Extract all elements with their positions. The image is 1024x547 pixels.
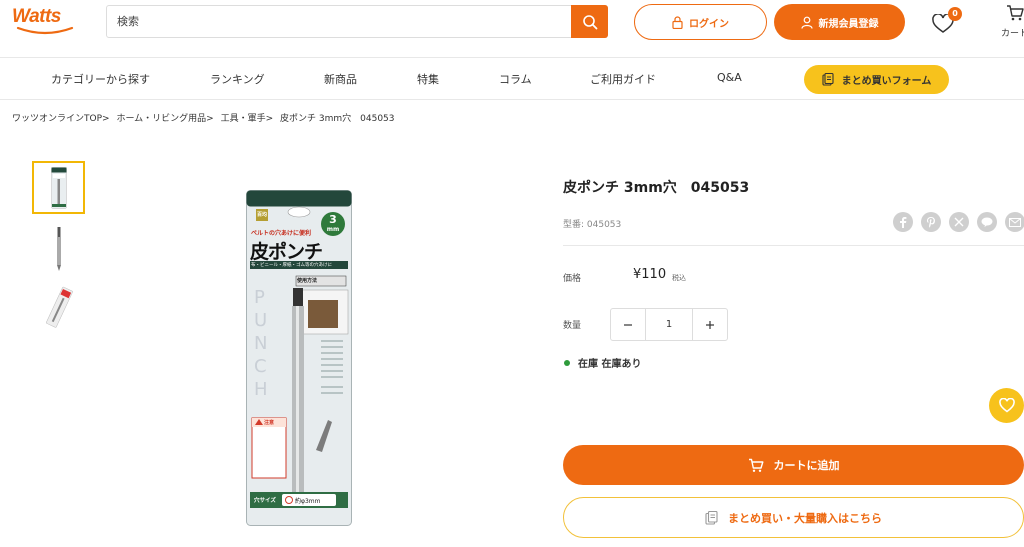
cart-icon [1007,5,1024,21]
cart-icon [748,458,763,472]
quantity-label: 数量 [563,321,582,331]
product-title: 皮ポンチ 3mm穴 045053 [563,180,750,196]
search-input[interactable] [107,6,572,37]
bulk-order-form-label: まとめ買いフォーム [841,76,932,87]
quantity-decrease-button[interactable] [611,309,646,340]
tax-note: 税込 [672,274,686,282]
line-glyph-icon [981,217,993,227]
facebook-glyph-icon [900,217,907,228]
quantity-input[interactable] [646,309,692,340]
breadcrumb-home-living[interactable]: ホーム・リビング用品> [116,114,213,124]
add-to-wishlist-button[interactable] [989,388,1024,423]
favorites-count-badge: 0 [948,7,962,21]
register-button[interactable]: 新規会員登録 [774,4,905,40]
login-label: ログイン [689,18,729,30]
breadcrumb-current: 皮ポンチ 3mm穴 045053 [280,114,395,124]
cart-label: カート [1001,29,1024,39]
line-icon[interactable] [977,212,997,232]
user-icon [800,16,813,29]
main-nav: カテゴリーから探す ランキング 新商品 特集 コラム ご利用ガイド Q&A まと… [0,59,1024,100]
package-vertical-punch-text: PUNCH [254,287,268,400]
bulk-form-icon [705,510,718,525]
package-caution-label: 注意 [264,420,275,426]
breadcrumb: ワッツオンラインTOP> ホーム・リビング用品> 工具・軍手> 皮ポンチ 3mm… [12,111,399,124]
logo-smile-icon [16,26,74,35]
package-thumbnail-image [50,166,67,209]
nav-item-features[interactable]: 特集 [417,71,439,87]
breadcrumb-tools[interactable]: 工具・軍手> [221,114,274,124]
product-thumbnail-3[interactable] [32,280,85,333]
product-sku: 型番: 045053 [563,220,622,230]
quantity-increase-button[interactable] [692,309,727,340]
price-label: 価格 [563,274,582,284]
cart-button[interactable]: カート [998,2,1024,42]
main-product-image[interactable]: 百均 3 mm ベルトの穴あけに便利 皮ポンチ 布・ビニール・厚紙・ゴム等の穴あ… [246,190,352,526]
pinterest-icon[interactable] [921,212,941,232]
package-tagline: ベルトの穴あけに便利 [251,230,312,237]
package-brand-badge: 百均 [256,212,267,218]
pinterest-glyph-icon [927,217,935,228]
package-usage-label: 使用方法 [297,278,318,284]
breadcrumb-home[interactable]: ワッツオンラインTOP> [12,114,110,124]
package-product-name: 皮ポンチ [250,241,323,263]
nav-item-qa[interactable]: Q&A [717,71,742,84]
punch-tool-thumbnail-image [56,226,61,271]
envelope-glyph-icon [1009,217,1021,227]
bulk-purchase-label: まとめ買い・大量購入はこちら [728,511,882,525]
nav-item-categories[interactable]: カテゴリーから探す [51,71,150,87]
add-to-cart-label: カートに追加 [773,459,840,472]
search-icon [582,14,597,29]
package-size-unit: mm [326,226,340,233]
package-size-badge: 3 [329,213,337,226]
x-icon[interactable] [949,212,969,232]
favorites-button[interactable]: 0 [932,7,962,36]
package-angle-thumbnail-image [45,286,73,328]
stock-status: 在庫 在庫あり [564,355,641,370]
stock-status-text: 在庫 在庫あり [578,359,642,370]
email-icon[interactable] [1005,212,1024,232]
package-hole-size-value: 約φ3mm [295,498,321,505]
minus-icon [624,323,632,326]
quantity-stepper [610,308,728,341]
register-label: 新規会員登録 [818,18,879,30]
info-divider [563,245,1024,246]
lock-icon [672,15,683,29]
add-to-cart-button[interactable]: カートに追加 [563,445,1024,485]
site-header: Watts ログイン 新規会員登録 0 [0,0,1024,58]
heart-outline-icon [998,398,1015,413]
search-button[interactable] [571,5,608,38]
nav-item-new-products[interactable]: 新商品 [324,71,357,87]
nav-item-ranking[interactable]: ランキング [210,71,265,87]
search-bar [106,5,608,38]
watts-logo[interactable]: Watts [12,6,78,36]
product-price: ¥110 [633,267,667,282]
nav-item-column[interactable]: コラム [499,71,532,87]
form-icon [822,73,834,86]
product-thumbnail-2[interactable] [32,222,85,275]
facebook-icon[interactable] [893,212,913,232]
x-glyph-icon [954,217,964,227]
package-subline: 布・ビニール・厚紙・ゴム等の穴あけに [251,263,332,268]
bulk-purchase-button[interactable]: まとめ買い・大量購入はこちら [563,497,1024,538]
nav-item-guide[interactable]: ご利用ガイド [590,71,656,87]
product-thumbnail-1[interactable] [32,161,85,214]
login-button[interactable]: ログイン [634,4,767,40]
plus-icon [706,320,714,329]
package-hole-size-label: 穴サイズ [254,498,276,504]
bulk-order-form-button[interactable]: まとめ買いフォーム [804,65,949,94]
in-stock-dot-icon [564,359,570,366]
